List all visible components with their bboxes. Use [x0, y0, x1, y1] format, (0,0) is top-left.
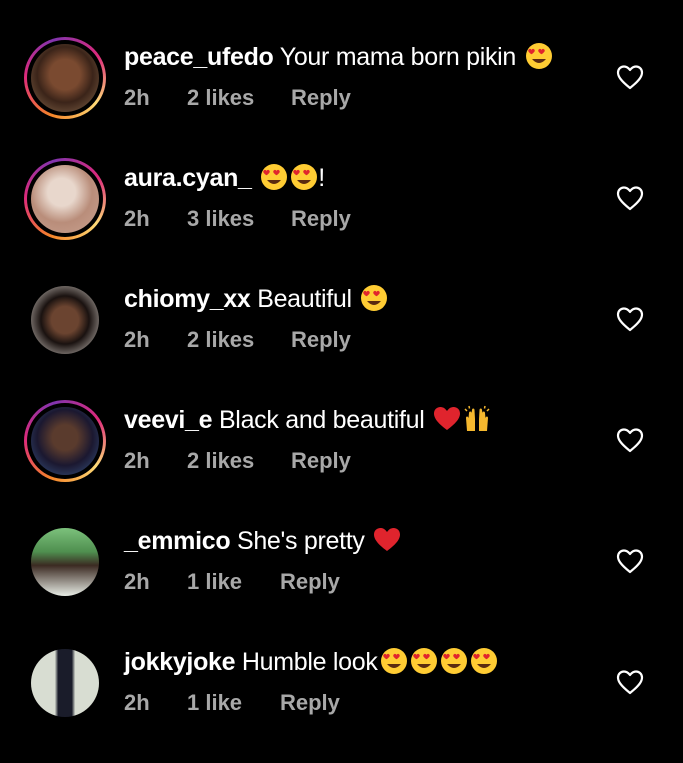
- heart-outline-icon[interactable]: [616, 64, 644, 90]
- comment-time: 2h: [124, 569, 150, 594]
- heart-outline-icon[interactable]: [616, 306, 644, 332]
- comment-likes[interactable]: 2 likes: [187, 448, 291, 474]
- comment-text-suffix: !: [318, 164, 325, 192]
- reply-button[interactable]: Reply: [291, 85, 351, 111]
- heart-outline-icon[interactable]: [616, 669, 644, 695]
- comment-text: Black and beautiful: [218, 406, 425, 434]
- heart-outline-icon[interactable]: [616, 185, 644, 211]
- comment-text: She's pretty: [236, 527, 365, 555]
- red-heart-emoji-icon: [434, 407, 461, 430]
- comment-time: 2h: [124, 85, 150, 110]
- comment-username[interactable]: aura.cyan_: [124, 164, 252, 192]
- red-heart-emoji-icon: [374, 528, 401, 551]
- avatar: [31, 528, 99, 596]
- reply-button[interactable]: Reply: [291, 327, 351, 353]
- avatar-frame[interactable]: [24, 642, 106, 724]
- comment-likes[interactable]: 2 likes: [187, 327, 291, 353]
- comment-username[interactable]: jokkyjoke: [124, 648, 236, 676]
- avatar-story-ring[interactable]: [24, 400, 106, 482]
- comment-item: aura.cyan_ ! 2h 3 likes Reply: [0, 158, 683, 279]
- heart-eyes-emoji-icon: [470, 648, 497, 674]
- heart-eyes-emoji-icon: [361, 285, 388, 311]
- heart-outline-icon[interactable]: [616, 427, 644, 453]
- heart-eyes-emoji-icon: [525, 43, 552, 69]
- avatar: [31, 649, 99, 717]
- comment-username[interactable]: veevi_e: [124, 406, 213, 434]
- reply-button[interactable]: Reply: [291, 206, 351, 232]
- reply-button[interactable]: Reply: [280, 569, 340, 595]
- comment-text: Your mama born pikin: [279, 43, 517, 71]
- reply-button[interactable]: Reply: [291, 448, 351, 474]
- comment-item: _emmico She's pretty 2h 1 like Reply: [0, 521, 683, 642]
- comment-username[interactable]: _emmico: [124, 527, 231, 555]
- comment-likes[interactable]: 3 likes: [187, 206, 291, 232]
- comment-likes[interactable]: 2 likes: [187, 85, 291, 111]
- comment-likes[interactable]: 1 like: [187, 690, 280, 716]
- heart-outline-icon[interactable]: [616, 548, 644, 574]
- avatar: [31, 407, 99, 475]
- avatar-frame[interactable]: [24, 279, 106, 361]
- avatar-frame[interactable]: [24, 521, 106, 603]
- heart-eyes-emoji-icon: [261, 164, 288, 190]
- heart-eyes-emoji-icon: [291, 164, 318, 190]
- comment-item: chiomy_xx Beautiful 2h 2 likes Reply: [0, 279, 683, 400]
- comment-text: Humble look: [241, 648, 378, 676]
- comment-time: 2h: [124, 327, 150, 352]
- comment-text: Beautiful: [257, 285, 352, 313]
- comment-item: jokkyjoke Humble look 2h 1 like Reply: [0, 642, 683, 763]
- comment-username[interactable]: chiomy_xx: [124, 285, 251, 313]
- comment-likes[interactable]: 1 like: [187, 569, 280, 595]
- heart-eyes-emoji-icon: [440, 648, 467, 674]
- comment-item: veevi_e Black and beautiful 2h 2 likes Rep…: [0, 400, 683, 521]
- avatar-story-ring[interactable]: [24, 37, 106, 119]
- heart-eyes-emoji-icon: [410, 648, 437, 674]
- avatar-story-ring[interactable]: [24, 158, 106, 240]
- comment-username[interactable]: peace_ufedo: [124, 43, 274, 71]
- avatar: [31, 44, 99, 112]
- avatar: [31, 165, 99, 233]
- raised-hands-emoji-icon: [464, 405, 490, 431]
- comment-time: 2h: [124, 690, 150, 715]
- comment-time: 2h: [124, 206, 150, 231]
- reply-button[interactable]: Reply: [280, 690, 340, 716]
- comment-item: peace_ufedo Your mama born pikin 2h 2 lik…: [0, 37, 683, 158]
- heart-eyes-emoji-icon: [380, 648, 407, 674]
- comment-time: 2h: [124, 448, 150, 473]
- avatar: [31, 286, 99, 354]
